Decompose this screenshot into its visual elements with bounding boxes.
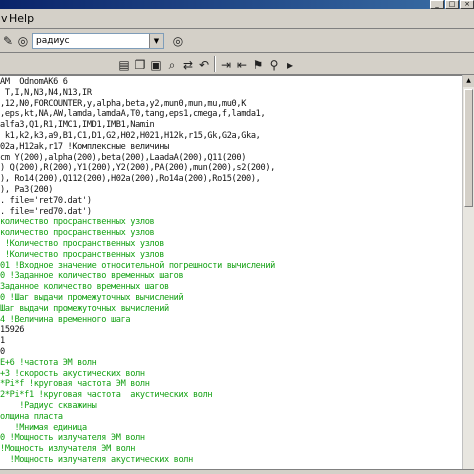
chevron-down-icon[interactable]: ▼ [149, 34, 163, 48]
menu-view[interactable]: v [1, 9, 8, 29]
run-icon[interactable]: ▸ [282, 57, 298, 73]
menu-help[interactable]: Help [9, 9, 34, 29]
vertical-scrollbar[interactable]: ▲ [462, 75, 474, 469]
minimize-button[interactable]: _ [430, 0, 444, 9]
comment-line: количество просранственных узлов [0, 217, 155, 228]
comment-line: Заданное количество временных шагов [0, 282, 169, 293]
menu-bar: v Help [0, 9, 474, 29]
code-line: AM OdnomAK6 6 [0, 77, 68, 87]
code-line: . file='ret70.dat') [0, 195, 92, 206]
comment-line: !Мнимая единица [0, 422, 87, 433]
comment-line: Шаг выдачи промежуточных вычислений [0, 303, 169, 314]
outdent-icon[interactable]: ⇤ [234, 57, 250, 73]
scroll-thumb[interactable] [464, 89, 473, 207]
bookmark-icon[interactable]: ⚑ [250, 57, 266, 73]
undo-icon[interactable]: ↶ [196, 57, 212, 73]
edit-icon[interactable]: ✎ [0, 33, 16, 49]
binoculars-icon[interactable]: ◎ [15, 33, 31, 49]
code-line: 1 [0, 336, 5, 347]
code-line: alfa3,Q1,R1,IMC1,IMD1,IMB1,Namin [0, 120, 155, 131]
code-line: T,I,N,N3,N4,N13,IR [0, 87, 92, 98]
toolbar-search: ✎ ◎ радиус ▼ ◎ [0, 29, 474, 53]
find-icon[interactable]: ⌕ [164, 57, 180, 73]
search-combo[interactable]: радиус ▼ [32, 33, 164, 49]
code-line: ,12,N0,FORCOUNTER,y,alpha,beta,y2,mun0,m… [0, 98, 247, 109]
comment-line: !Количество просранственных узлов [0, 249, 165, 260]
paste-icon[interactable]: ▣ [148, 57, 164, 73]
comment-line: 0 !Шаг выдачи промежуточных вычислений [0, 293, 184, 303]
code-line: k1,k2,k3,a9,B1,C1,D1,G2,H02,H021,H12k,r1… [0, 131, 261, 141]
code-line: 02a,H12ak,r17 !Комплексные величины [0, 141, 169, 152]
comment-line: 0 !Мощность излучателя ЭМ волн [0, 433, 145, 444]
window-title-bar: _ □ × [0, 0, 474, 9]
binoculars-icon[interactable]: ◎ [170, 33, 186, 49]
comment-line: !Количество просранственных узлов [0, 239, 165, 249]
code-line: cm Y(200),alpha(200),beta(200),LaadaA(20… [0, 152, 247, 163]
comment-line: 2*Pi*f1 !круговая частота акустических в… [0, 390, 213, 401]
comment-line: !Мощность излучателя акустических волн [0, 455, 194, 465]
comment-line: +3 !скорость акустических волн [0, 368, 145, 379]
replace-icon[interactable]: ⇄ [180, 57, 196, 73]
comment-line: 01 !Входное значение относительной погре… [0, 260, 275, 271]
code-line: ) Q(200),R(200),Y1(200),Y2(200),PA(200),… [0, 163, 275, 174]
code-line: ), Ro14(200),Q112(200),H02a(200),Ro14a(2… [0, 174, 261, 185]
comment-line: олщина пласта [0, 411, 63, 422]
comment-line: 4 !Величина временного шага [0, 314, 131, 325]
copy-icon[interactable]: ❐ [132, 57, 148, 73]
code-line: ), Pa3(200) [0, 185, 54, 195]
search-combo-value: радиус [36, 36, 70, 46]
code-editor[interactable]: AM OdnomAK6 6 T,I,N,N3,N4,N13,IR ,12,N0,F… [0, 75, 462, 470]
comment-line: *Pi*f !круговая частота ЭМ волн [0, 379, 150, 390]
close-button[interactable]: × [460, 0, 474, 9]
comment-line: 0 !Заданное количество временных шагов [0, 271, 184, 282]
pin-icon[interactable]: ⚲ [266, 57, 282, 73]
comment-line: E+6 !частота ЭМ волн [0, 357, 97, 368]
toolbar-separator [214, 56, 216, 72]
indent-icon[interactable]: ⇥ [218, 57, 234, 73]
status-bar [0, 469, 474, 474]
code-line: ,eps,kt,NA,AW,lamda,lamdaA,T0,tang,eps1,… [0, 109, 266, 120]
document-icon[interactable]: ▤ [116, 57, 132, 73]
code-line: 15926 [0, 325, 25, 336]
maximize-button[interactable]: □ [445, 0, 459, 9]
code-line: . file='red70.dat') [0, 206, 92, 217]
scroll-up-icon[interactable]: ▲ [463, 75, 474, 87]
comment-line: количество просранственных узлов [0, 228, 155, 239]
toolbar-edit: ▤ ❐ ▣ ⌕ ⇄ ↶ ⇥ ⇤ ⚑ ⚲ ▸ [0, 53, 474, 75]
comment-line: !Мощность излучателя ЭМ волн [0, 444, 136, 455]
code-line: 0 [0, 347, 5, 357]
comment-line: !Радиус скважины [0, 401, 97, 411]
